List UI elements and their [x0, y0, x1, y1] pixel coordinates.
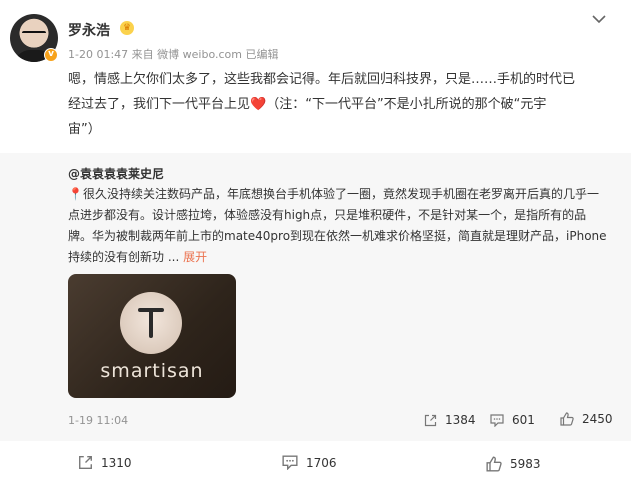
repost-text-line: 牌。华为被制裁两年前上市的mate40pro到现在依然一机难求价格坚挺，简直就是… [68, 229, 607, 243]
repost-author-link[interactable]: @袁袁袁袁莱史尼 [68, 165, 164, 182]
ellipsis: ... [164, 250, 184, 264]
vip-crown-icon: ♛ [120, 21, 134, 35]
repost-share-button[interactable]: 1384 [424, 413, 476, 427]
like-button[interactable]: 5983 [486, 456, 541, 472]
comment-icon [490, 413, 504, 427]
username[interactable]: 罗永浩 [68, 20, 110, 40]
share-count: 1310 [101, 455, 132, 470]
avatar-glasses [22, 31, 46, 37]
image-brand-text: smartisan [100, 360, 204, 382]
post-text-line: 嗯，情感上欠你们太多了，这些我都会记得。年后就回归科技界，只是……手机的时代已 [68, 72, 576, 87]
thumbs-up-icon [560, 412, 574, 426]
comment-icon [282, 455, 298, 470]
post-text-line: 经过去了，我们下一代平台上见 [68, 97, 251, 112]
repost-text: 📍很久没持续关注数码产品，年底想换台手机体验了一圈，竟然发现手机圈在老罗离开后真… [68, 184, 616, 268]
comment-button[interactable]: 1706 [282, 455, 337, 470]
like-count: 5983 [510, 457, 541, 471]
repost-text-line: 很久没持续关注数码产品，年底想换台手机体验了一圈，竟然发现手机圈在老罗离开后真的… [82, 187, 599, 201]
repost-comment-count: 601 [512, 413, 535, 427]
share-button[interactable]: 1310 [78, 455, 132, 470]
post-text-line: （注：“下一代平台”不是小扎所说的那个破“元宇 [266, 97, 547, 112]
thumbs-up-icon [486, 456, 502, 472]
repost-like-count: 2450 [582, 412, 613, 426]
repost-image[interactable]: smartisan [68, 274, 236, 398]
logo-t-stem [149, 308, 153, 338]
share-icon [79, 456, 92, 469]
expand-link[interactable]: 展开 [183, 250, 207, 264]
verified-badge-icon: v [44, 48, 58, 62]
post-text-line: 宙”） [68, 122, 101, 137]
chevron-down-icon[interactable] [592, 12, 606, 28]
comment-count: 1706 [306, 455, 337, 470]
weibo-post-card: v 罗永浩 ♛ 1-20 01:47 来自 微博 weibo.com 已编辑 嗯… [0, 0, 631, 489]
repost-text-line: 持续的没有创新功 [68, 250, 165, 264]
pin-emoji-icon: 📍 [68, 187, 83, 201]
heart-emoji-icon: ❤️ [250, 97, 267, 112]
repost-like-button[interactable]: 2450 [560, 412, 613, 426]
share-icon [424, 414, 437, 426]
repost-share-count: 1384 [445, 413, 476, 427]
post-text: 嗯，情感上欠你们太多了，这些我都会记得。年后就回归科技界，只是……手机的时代已 … [68, 67, 620, 142]
repost-comment-button[interactable]: 601 [490, 413, 535, 427]
post-meta: 1-20 01:47 来自 微博 weibo.com 已编辑 [68, 48, 279, 61]
repost-time[interactable]: 1-19 11:04 [68, 414, 128, 427]
repost-text-line: 点进步都没有。设计感拉垮，体验感没有high点，只是堆积硬件，不是针对某一个，是… [68, 208, 587, 222]
